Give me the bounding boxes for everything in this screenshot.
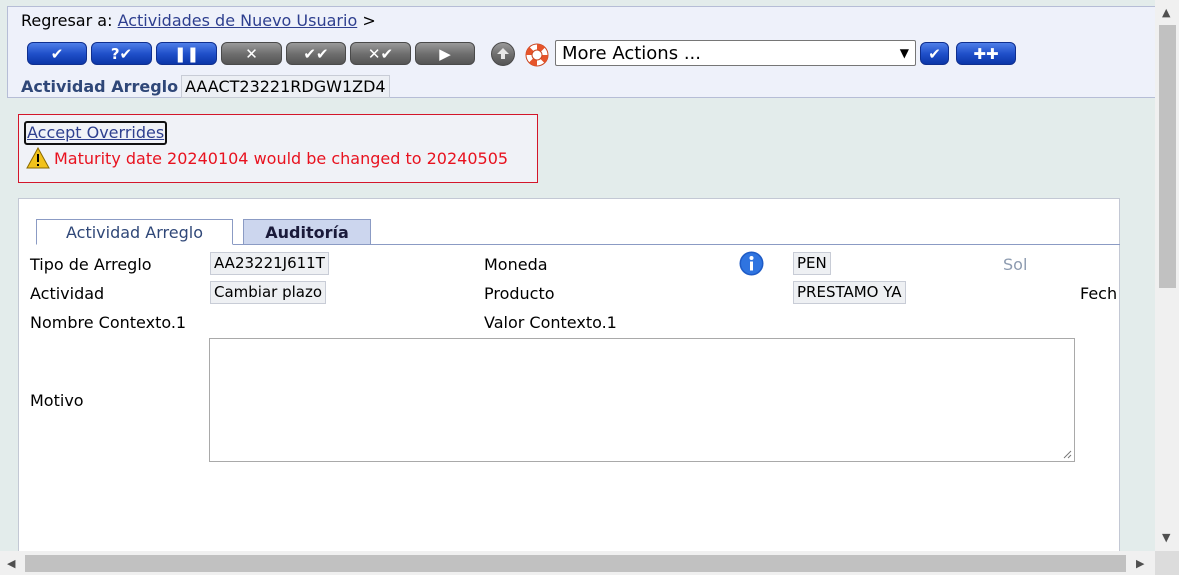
breadcrumb-prefix: Regresar a: [21,11,113,30]
hold-button[interactable]: ❚❚ [156,42,217,65]
scroll-right-icon[interactable]: ▶ [1136,558,1144,569]
tab-actividad-arreglo[interactable]: Actividad Arreglo [36,219,233,245]
validate-button[interactable]: ?✔ [91,42,152,65]
nombre-contexto-label: Nombre Contexto.1 [30,313,187,332]
accept-overrides-link[interactable]: Accept Overrides [24,121,168,145]
reverse-button[interactable]: ✕✔ [350,42,411,65]
more-actions-value: More Actions ... [562,42,701,64]
producto-value: PRESTAMO YA [793,281,906,304]
breadcrumb-link[interactable]: Actividades de Nuevo Usuario [118,11,358,30]
go-button[interactable]: ✔ [920,42,949,65]
page-header: Regresar a: Actividades de Nuevo Usuario… [7,6,1155,98]
info-icon[interactable] [739,251,764,276]
resize-grip-icon[interactable] [1062,449,1072,459]
actividad-value: Cambiar plazo [210,281,327,304]
scrollbar-corner [1155,551,1179,575]
fecha-label: Fech [1080,284,1118,303]
overrides-panel: Accept Overrides Maturity date 20240104 … [18,114,538,183]
scroll-down-icon[interactable]: ▼ [1162,532,1170,543]
moneda-label: Moneda [484,255,548,274]
warning-icon [26,147,50,169]
vertical-scrollbar[interactable]: ▲ ▼ [1155,0,1179,551]
arrangement-label: Actividad Arreglo [21,77,179,96]
moneda-description: Sol [1003,255,1028,274]
breadcrumb-separator: > [362,11,376,30]
override-message-row: Maturity date 20240104 would be changed … [26,147,508,169]
producto-label: Producto [484,284,555,303]
upload-icon[interactable] [491,42,515,66]
authorise-button[interactable]: ✔✔ [286,42,346,65]
tab-auditoria[interactable]: Auditoría [243,219,371,245]
override-message: Maturity date 20240104 would be changed … [54,148,509,168]
horizontal-scroll-thumb[interactable] [25,555,1126,572]
chevron-down-icon: ▼ [899,46,909,60]
scroll-up-icon[interactable]: ▲ [1162,7,1170,18]
moneda-value: PEN [793,252,831,275]
play-button[interactable]: ▶ [415,42,475,65]
delete-button[interactable]: ✕ [221,42,282,65]
horizontal-scrollbar[interactable]: ◀ ▶ [0,551,1155,575]
vertical-scroll-thumb[interactable] [1159,25,1176,288]
valor-contexto-label: Valor Contexto.1 [484,313,617,332]
help-lifebuoy-icon[interactable] [524,42,550,68]
add-new-button[interactable]: ✚✚ [956,42,1016,65]
page-viewport: Regresar a: Actividades de Nuevo Usuario… [0,0,1155,551]
tipo-arreglo-label: Tipo de Arreglo [30,255,152,274]
scroll-left-icon[interactable]: ◀ [7,558,15,569]
more-actions-select[interactable]: More Actions ... ▼ [555,40,916,66]
arrangement-card: Actividad Arreglo Auditoría Tipo de Arre… [18,198,1120,551]
arrangement-id: AAACT23221RDGW1ZD4 [181,75,390,98]
actividad-label: Actividad [30,284,105,303]
tipo-arreglo-value: AA23221J611T [210,252,329,275]
motivo-textarea[interactable] [209,338,1075,462]
motivo-label: Motivo [30,391,84,410]
commit-button[interactable]: ✔ [27,42,87,65]
breadcrumb: Regresar a: Actividades de Nuevo Usuario… [21,11,376,30]
